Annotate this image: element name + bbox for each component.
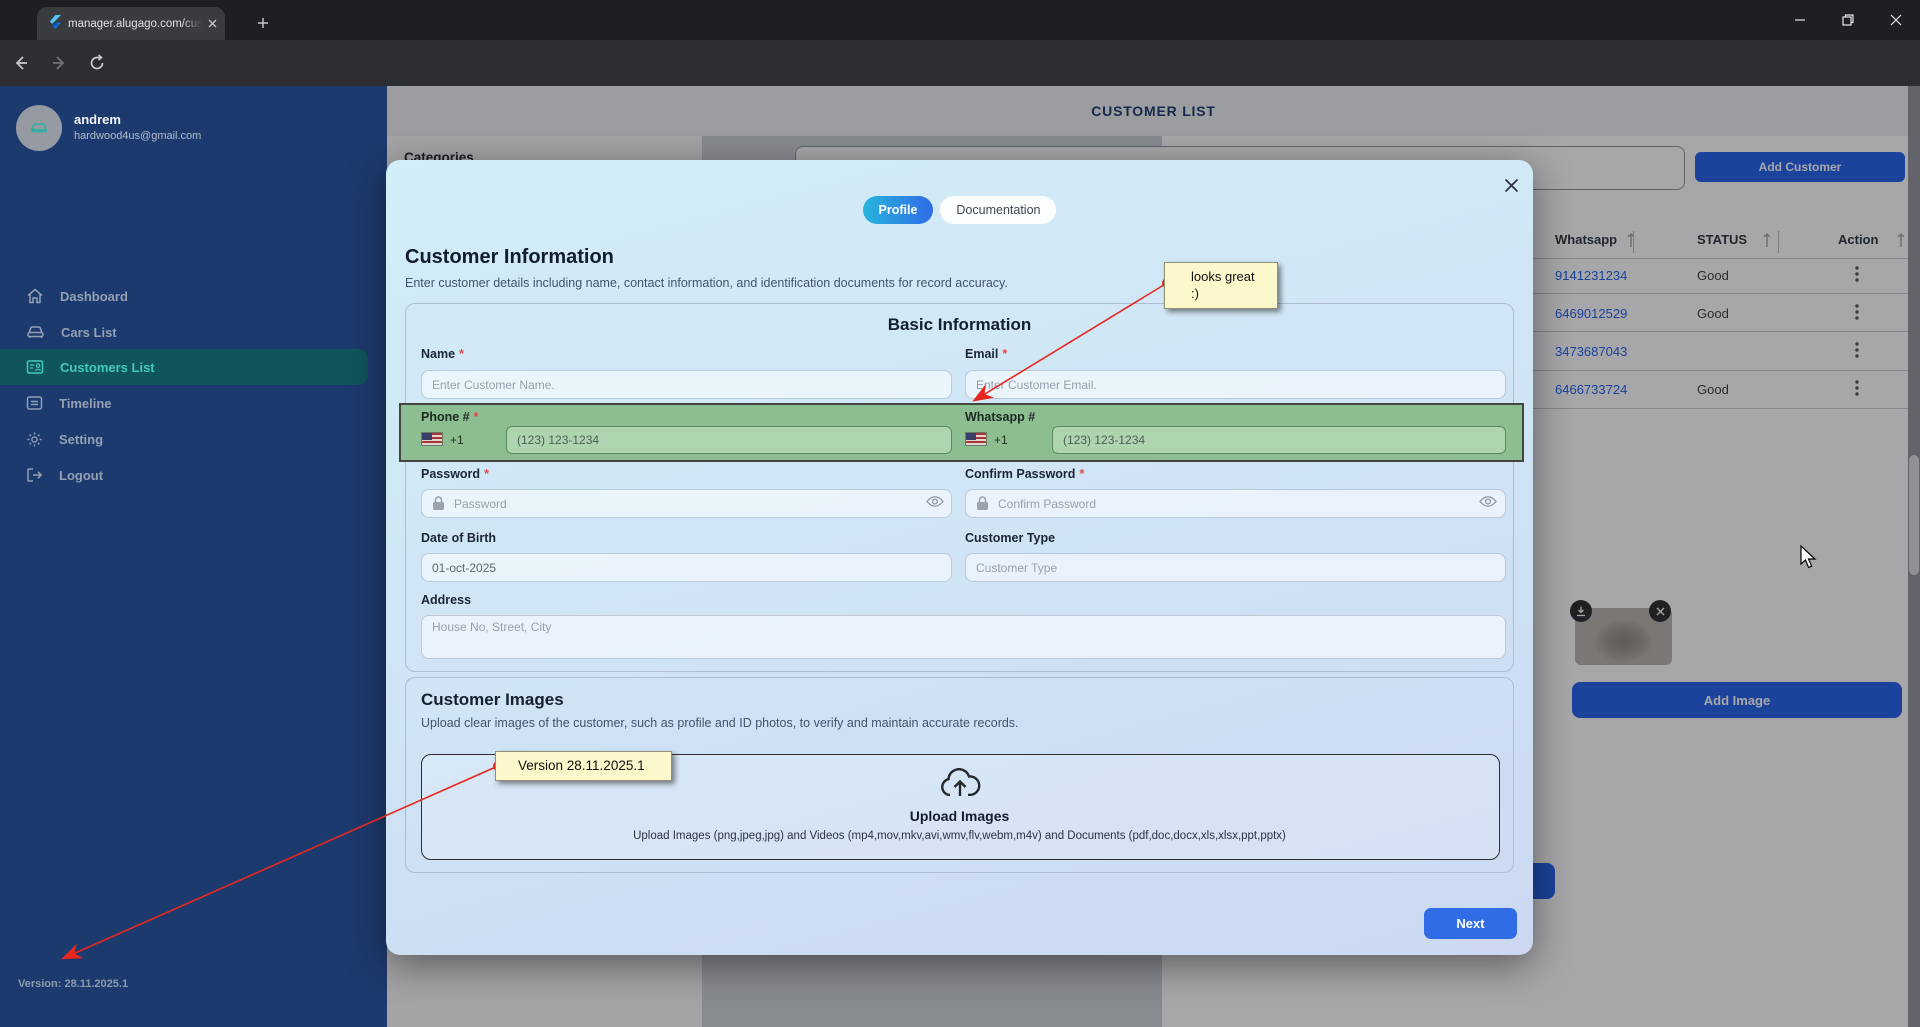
modal-close-button[interactable] [1498,172,1524,198]
sidebar-item-timeline[interactable]: Timeline [0,385,371,421]
sidebar-version-text: Version: 28.11.2025.1 [18,978,128,990]
required-asterisk: * [474,410,479,424]
back-button[interactable] [4,46,38,80]
name-label: Name* [421,347,464,361]
address-label: Address [421,593,471,607]
annotation-note-version: Version 28.11.2025.1 [495,751,672,781]
required-asterisk: * [459,347,464,361]
avatar[interactable] [16,105,62,151]
browser-tab[interactable]: manager.alugago.com/custome [37,7,225,40]
sidebar-item-cars-list[interactable]: Cars List [0,314,371,350]
modal-heading: Customer Information [405,246,614,269]
tab-close-icon[interactable] [208,15,217,33]
forward-button[interactable] [42,46,76,80]
email-input[interactable] [965,370,1506,399]
required-asterisk: * [1079,467,1084,481]
basic-information-title: Basic Information [386,315,1533,335]
tab-profile[interactable]: Profile [863,196,934,224]
phone-dial-code[interactable]: +1 [450,433,464,447]
customer-type-label: Customer Type [965,531,1055,545]
whatsapp-dial-code[interactable]: +1 [994,433,1008,447]
tab-title: manager.alugago.com/custome [68,18,202,30]
user-email: hardwood4us@gmail.com [74,130,201,142]
annotation-note-looks-great: looks great :) [1164,262,1278,309]
sidebar-item-label: Logout [59,468,103,483]
next-button[interactable]: Next [1424,908,1517,939]
window-minimize-button[interactable] [1776,0,1824,40]
new-tab-button[interactable] [250,10,276,36]
logout-icon [26,467,43,483]
customer-modal: Profile Documentation Customer Informati… [386,160,1533,955]
gear-icon [26,431,43,448]
dob-input[interactable] [421,553,952,582]
password-input[interactable] [421,489,952,518]
car-icon [26,324,45,340]
modal-subheading: Enter customer details including name, c… [405,276,1008,290]
sidebar-item-label: Setting [59,432,103,447]
customer-images-subtitle: Upload clear images of the customer, suc… [421,716,1019,730]
cloud-upload-icon [939,768,981,800]
sidebar-item-setting[interactable]: Setting [0,421,371,457]
sidebar-item-label: Customers List [60,360,155,375]
customer-type-input[interactable] [965,553,1506,582]
whatsapp-input[interactable] [1052,426,1506,454]
upload-title: Upload Images [386,808,1533,824]
whatsapp-label: Whatsapp # [965,410,1035,424]
home-icon [26,287,44,305]
email-label: Email* [965,347,1007,361]
sidebar-item-logout[interactable]: Logout [0,457,371,493]
tab-documentation[interactable]: Documentation [940,196,1056,224]
window-close-button[interactable] [1872,0,1920,40]
required-asterisk: * [1002,347,1007,361]
car-avatar-icon [29,121,49,135]
browser-tab-strip: manager.alugago.com/custome [0,0,1920,40]
phone-label: Phone #* [421,410,479,424]
sidebar-item-label: Timeline [59,396,112,411]
reload-button[interactable] [80,46,114,80]
user-name: andrem [74,112,121,127]
address-input[interactable] [421,615,1506,659]
us-flag-icon[interactable] [965,432,987,446]
us-flag-icon[interactable] [421,432,443,446]
customer-badge-icon [26,359,44,375]
sidebar: andrem hardwood4us@gmail.com Dashboard C… [0,86,387,1027]
window-controls [1776,0,1920,40]
sidebar-item-dashboard[interactable]: Dashboard [0,278,371,314]
dob-label: Date of Birth [421,531,496,545]
browser-toolbar: manager.alugago.com/customers/list Incog… [0,40,1920,86]
sidebar-item-label: Cars List [61,325,117,340]
modal-tabs: Profile Documentation [386,196,1533,224]
phone-input[interactable] [506,426,952,454]
confirm-password-label: Confirm Password* [965,467,1084,481]
sidebar-item-label: Dashboard [60,289,128,304]
confirm-password-input[interactable] [965,489,1506,518]
close-icon [1504,178,1519,193]
sidebar-item-customers-list[interactable]: Customers List [0,349,368,385]
favicon-flutter-icon [47,14,62,34]
upload-hint: Upload Images (png,jpeg,jpg) and Videos … [386,830,1533,842]
timeline-icon [26,395,43,411]
password-label: Password* [421,467,489,481]
required-asterisk: * [484,467,489,481]
name-input[interactable] [421,370,952,399]
customer-images-title: Customer Images [421,690,564,710]
window-restore-button[interactable] [1824,0,1872,40]
